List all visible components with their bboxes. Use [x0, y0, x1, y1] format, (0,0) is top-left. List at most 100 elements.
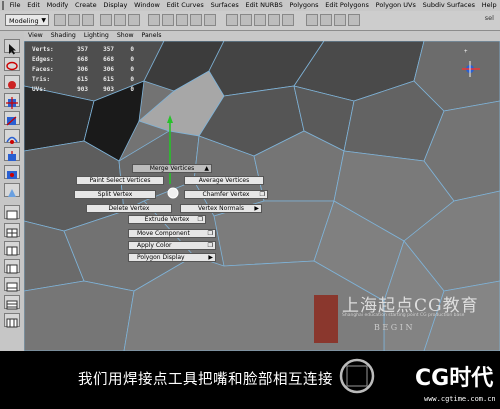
average-vertices-item[interactable]: Average Vertices: [184, 176, 264, 185]
menu-polygon-uvs[interactable]: Polygon UVs: [372, 0, 419, 11]
menu-surfaces[interactable]: Surfaces: [207, 0, 242, 11]
average-vertices-label: Average Vertices: [198, 177, 250, 184]
hud-row-verts: Verts: 357 357 0: [32, 45, 134, 55]
seal-icon: [314, 295, 338, 343]
menu-modify[interactable]: Modify: [43, 0, 71, 11]
chamfer-vertex-item[interactable]: Chamfer Vertex ❐: [184, 190, 268, 199]
mode-selector[interactable]: Modeling ▼: [5, 14, 49, 26]
snap-grid-icon[interactable]: [226, 14, 238, 26]
move-component-label: Move Component: [137, 230, 190, 237]
menu-polygons[interactable]: Polygons: [286, 0, 322, 11]
hud-value: 306: [77, 66, 88, 73]
merge-vertices-item[interactable]: Merge Vertices ▲: [132, 164, 212, 173]
snap-view-icon[interactable]: [268, 14, 280, 26]
hud-row-tris: Tris: 615 615 0: [32, 75, 134, 85]
3d-viewport[interactable]: + Verts: 357 357 0 Edges: 668 668 0 Faces: 306 3…: [24, 41, 500, 351]
paint-select-vertices-label: Paint Select Vertices: [89, 177, 151, 184]
show-manipulator-icon[interactable]: [4, 183, 20, 197]
option-box-icon[interactable]: ❐: [208, 242, 213, 249]
render-globals-icon[interactable]: [348, 14, 360, 26]
menu-subdiv-surfaces[interactable]: Subdiv Surfaces: [419, 0, 478, 11]
submenu-arrow-icon: ▶: [254, 205, 259, 212]
menu-window[interactable]: Window: [131, 0, 163, 11]
menu-display[interactable]: Display: [100, 0, 131, 11]
lasso-tool-icon[interactable]: [4, 57, 20, 71]
render-icon[interactable]: [320, 14, 332, 26]
menu-file[interactable]: File: [6, 0, 24, 11]
select-component-icon[interactable]: [128, 14, 140, 26]
submenu-arrow-icon: ▶: [208, 254, 213, 261]
hud-label: UVs:: [32, 86, 47, 93]
layout-two-icon[interactable]: [4, 241, 20, 256]
mask-vertex-icon[interactable]: [148, 14, 160, 26]
menu-edit-curves[interactable]: Edit Curves: [163, 0, 207, 11]
option-box-icon[interactable]: ❐: [208, 230, 213, 237]
hud-value: 668: [77, 56, 88, 63]
save-scene-icon[interactable]: [82, 14, 94, 26]
panel-menu-shading[interactable]: Shading: [47, 31, 80, 41]
rotate-tool-icon[interactable]: [4, 111, 20, 126]
apply-color-item[interactable]: Apply Color ❐: [128, 241, 216, 250]
extrude-vertex-label: Extrude Vertex: [144, 216, 190, 223]
hud-value: 0: [130, 66, 134, 73]
menu-help[interactable]: Help: [478, 0, 500, 11]
poly-count-hud: Verts: 357 357 0 Edges: 668 668 0 Faces: 306 306…: [32, 45, 134, 95]
hud-value: 668: [103, 56, 114, 63]
selection-field-label[interactable]: sel: [485, 14, 494, 22]
move-component-item[interactable]: Move Component ❐: [128, 229, 216, 238]
polygon-display-label: Polygon Display: [137, 254, 185, 261]
move-tool-icon[interactable]: [4, 93, 20, 109]
hud-row-faces: Faces: 306 306 0: [32, 65, 134, 75]
make-live-icon[interactable]: [282, 14, 294, 26]
mask-face-icon[interactable]: [176, 14, 188, 26]
panel-menu-panels[interactable]: Panels: [138, 31, 166, 41]
panel-menu-show[interactable]: Show: [113, 31, 138, 41]
paint-select-vertices-item[interactable]: Paint Select Vertices: [76, 176, 164, 185]
option-box-icon[interactable]: ❐: [260, 191, 265, 198]
select-object-icon[interactable]: [114, 14, 126, 26]
split-vertex-item[interactable]: Split Vertex: [74, 190, 156, 199]
menu-edit[interactable]: Edit: [24, 0, 43, 11]
open-scene-icon[interactable]: [68, 14, 80, 26]
extrude-vertex-item[interactable]: Extrude Vertex ❐: [128, 215, 206, 224]
layout-single-icon[interactable]: [4, 205, 20, 220]
scale-tool-icon[interactable]: [4, 129, 20, 144]
mask-misc-icon[interactable]: [204, 14, 216, 26]
maya-logo-icon: [2, 1, 5, 10]
snap-curve-icon[interactable]: [240, 14, 252, 26]
panel-menu-lighting[interactable]: Lighting: [80, 31, 113, 41]
layout-hypershade-icon[interactable]: [4, 295, 20, 310]
menu-edit-polygons[interactable]: Edit Polygons: [322, 0, 372, 11]
site-url[interactable]: www.cgtime.com.cn: [424, 395, 496, 403]
hud-label: Verts:: [32, 46, 54, 53]
new-scene-icon[interactable]: [54, 14, 66, 26]
hud-value: 306: [103, 66, 114, 73]
layout-extra-icon[interactable]: [4, 313, 20, 328]
hud-value: 0: [130, 86, 134, 93]
select-hierarchy-icon[interactable]: [100, 14, 112, 26]
chevron-down-icon: ▼: [41, 17, 46, 24]
history-icon[interactable]: [306, 14, 318, 26]
hud-value: 903: [77, 86, 88, 93]
split-vertex-label: Split Vertex: [97, 191, 133, 198]
hud-value: 0: [130, 56, 134, 63]
soft-mod-tool-icon[interactable]: [4, 165, 20, 179]
ipr-render-icon[interactable]: [334, 14, 346, 26]
option-box-icon[interactable]: ❐: [198, 216, 203, 223]
mask-edge-icon[interactable]: [162, 14, 174, 26]
layout-four-icon[interactable]: [4, 223, 20, 238]
panel-menu-view[interactable]: View: [24, 31, 47, 41]
paint-select-tool-icon[interactable]: [4, 75, 20, 89]
delete-vertex-item[interactable]: Delete Vertex: [86, 204, 172, 213]
mask-uv-icon[interactable]: [190, 14, 202, 26]
menu-edit-nurbs[interactable]: Edit NURBS: [242, 0, 286, 11]
menu-create[interactable]: Create: [72, 0, 100, 11]
snap-point-icon[interactable]: [254, 14, 266, 26]
layout-graph-icon[interactable]: [4, 277, 20, 292]
vertex-normals-item[interactable]: Vertex Normals ▶: [180, 204, 262, 213]
merge-vertices-label: Merge Vertices: [149, 165, 195, 172]
polygon-display-item[interactable]: Polygon Display ▶: [128, 253, 216, 262]
layout-outliner-icon[interactable]: [4, 259, 20, 274]
manipulator-tool-icon[interactable]: [4, 147, 20, 161]
select-tool-icon[interactable]: [4, 39, 20, 55]
